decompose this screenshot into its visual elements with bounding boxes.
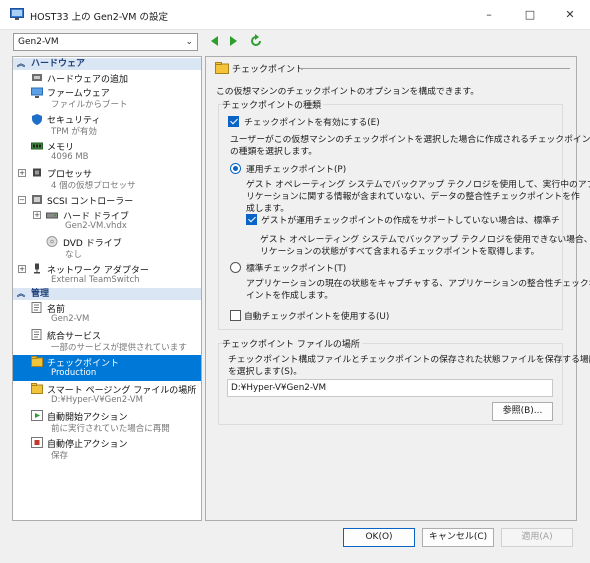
tree-item-scsi-controller[interactable]: − SCSI コントローラー [13, 193, 201, 207]
tree-item-security[interactable]: セキュリティ TPM が有効 [13, 112, 201, 138]
network-adapter-icon [34, 263, 40, 274]
header-divider [300, 68, 570, 69]
production-checkpoint-label: 運用チェックポイント(P) [246, 165, 347, 175]
dvd-drive-icon [46, 236, 58, 247]
integration-services-icon [31, 329, 42, 340]
tree-item-auto-start[interactable]: 自動開始アクション 前に実行されていた場合に再開 [13, 409, 201, 435]
tree-item-dvd-drive[interactable]: DVD ドライブ なし [13, 235, 201, 261]
expand-hard-drive-toggle[interactable]: + [33, 211, 41, 219]
fallback-standard-label: ゲストが運用チェックポイントの作成をサポートしていない場合は、標準チェックポイ [261, 216, 561, 226]
enable-checkpoints-checkbox[interactable] [228, 116, 239, 127]
standard-checkpoint-radio[interactable] [230, 262, 241, 273]
window-title: HOST33 上の Gen2-VM の設定 [30, 12, 168, 23]
settings-tree: ︽ ハードウェア ハードウェアの追加 ファームウェア ファイルからブート セキュ… [12, 56, 202, 521]
checkpoint-type-group-label: チェックポイントの種類 [222, 98, 324, 111]
automatic-checkpoints-label: 自動チェックポイントを使用する(U) [244, 312, 390, 322]
tree-item-smart-paging[interactable]: スマート ページング ファイルの場所 D:¥Hyper-V¥Gen2-VM [13, 382, 201, 408]
next-vm-icon[interactable] [226, 34, 240, 48]
vm-select-value: Gen2-VM [18, 37, 59, 47]
folder-icon [31, 383, 43, 394]
fallback-standard-checkbox[interactable] [246, 214, 257, 225]
auto-start-icon [31, 410, 43, 421]
automatic-checkpoints-checkbox[interactable] [230, 310, 241, 321]
collapse-scsi-toggle[interactable]: − [18, 196, 26, 204]
vm-select[interactable]: Gen2-VM ⌄ [13, 33, 198, 51]
fallback-desc-line2: リケーションの状態がすべて含まれるチェックポイントを取得します。 [260, 247, 540, 257]
collapse-icon: ︽ [17, 289, 25, 298]
auto-stop-icon [31, 437, 43, 448]
name-icon [31, 302, 42, 313]
tree-item-checkpoints[interactable]: チェックポイント Production [13, 355, 201, 381]
scsi-controller-icon [32, 195, 42, 204]
standard-desc-line2: イントを作成します。 [246, 291, 334, 301]
firmware-icon [31, 87, 43, 98]
enable-checkpoints-label: チェックポイントを有効にする(E) [244, 118, 380, 128]
tree-item-network-adapter[interactable]: + ネットワーク アダプター External TeamSwitch [13, 262, 201, 288]
checkpoint-icon [31, 356, 43, 367]
browse-button[interactable]: 参照(B)... [492, 402, 553, 421]
tree-item-integration-services[interactable]: 統合サービス 一部のサービスが提供されています [13, 328, 201, 354]
panel-description: この仮想マシンのチェックポイントのオプションを構成できます。 [216, 87, 480, 97]
choose-type-text-line2: の種類を選択します。 [230, 147, 318, 157]
add-hardware-icon [32, 74, 42, 81]
tree-item-add-hardware[interactable]: ハードウェアの追加 [13, 71, 201, 85]
minimize-button[interactable]: – [480, 6, 498, 24]
close-button[interactable]: ✕ [561, 6, 579, 24]
refresh-icon[interactable] [249, 34, 263, 48]
previous-vm-icon[interactable] [208, 34, 222, 48]
memory-icon [31, 142, 43, 150]
tree-item-name[interactable]: 名前 Gen2-VM [13, 301, 201, 327]
tree-item-hard-drive[interactable]: + ハード ドライブ Gen2-VM.vhdx [13, 208, 201, 234]
ok-button[interactable]: OK(O) [343, 528, 415, 547]
expand-network-adapter-toggle[interactable]: + [18, 265, 26, 273]
management-section-header[interactable]: ︽ 管理 [13, 288, 201, 300]
expand-processor-toggle[interactable]: + [18, 169, 26, 177]
hyperv-app-icon [10, 8, 24, 20]
hard-drive-icon [46, 212, 58, 219]
apply-button[interactable]: 適用(A) [501, 528, 573, 547]
checkpoint-location-group-label: チェックポイント ファイルの場所 [222, 337, 362, 350]
tree-item-memory[interactable]: メモリ 4096 MB [13, 139, 201, 165]
checkpoint-icon [215, 62, 229, 74]
tree-item-processor[interactable]: + プロセッサ 4 個の仮想プロセッサ [13, 166, 201, 192]
shield-icon [32, 114, 42, 125]
hardware-section-header[interactable]: ︽ ハードウェア [13, 58, 201, 70]
tree-item-auto-stop[interactable]: 自動停止アクション 保存 [13, 436, 201, 462]
maximize-button[interactable]: □ [521, 6, 539, 24]
checkpoint-location-input[interactable]: D:¥Hyper-V¥Gen2-VM [227, 379, 553, 397]
cancel-button[interactable]: キャンセル(C) [422, 528, 494, 547]
production-desc-line2: リケーションに関する情報が含まれていない、データの整合性チェックポイントを作 [246, 192, 580, 202]
location-desc-line2: を選択します(S)。 [228, 367, 303, 377]
chevron-down-icon: ⌄ [185, 37, 193, 47]
collapse-icon: ︽ [17, 59, 25, 68]
panel-title: チェックポイント [232, 65, 305, 75]
tree-item-firmware[interactable]: ファームウェア ファイルからブート [13, 85, 201, 111]
standard-checkpoint-label: 標準チェックポイント(T) [246, 264, 347, 274]
production-checkpoint-radio[interactable] [230, 163, 241, 174]
processor-icon [33, 168, 41, 177]
